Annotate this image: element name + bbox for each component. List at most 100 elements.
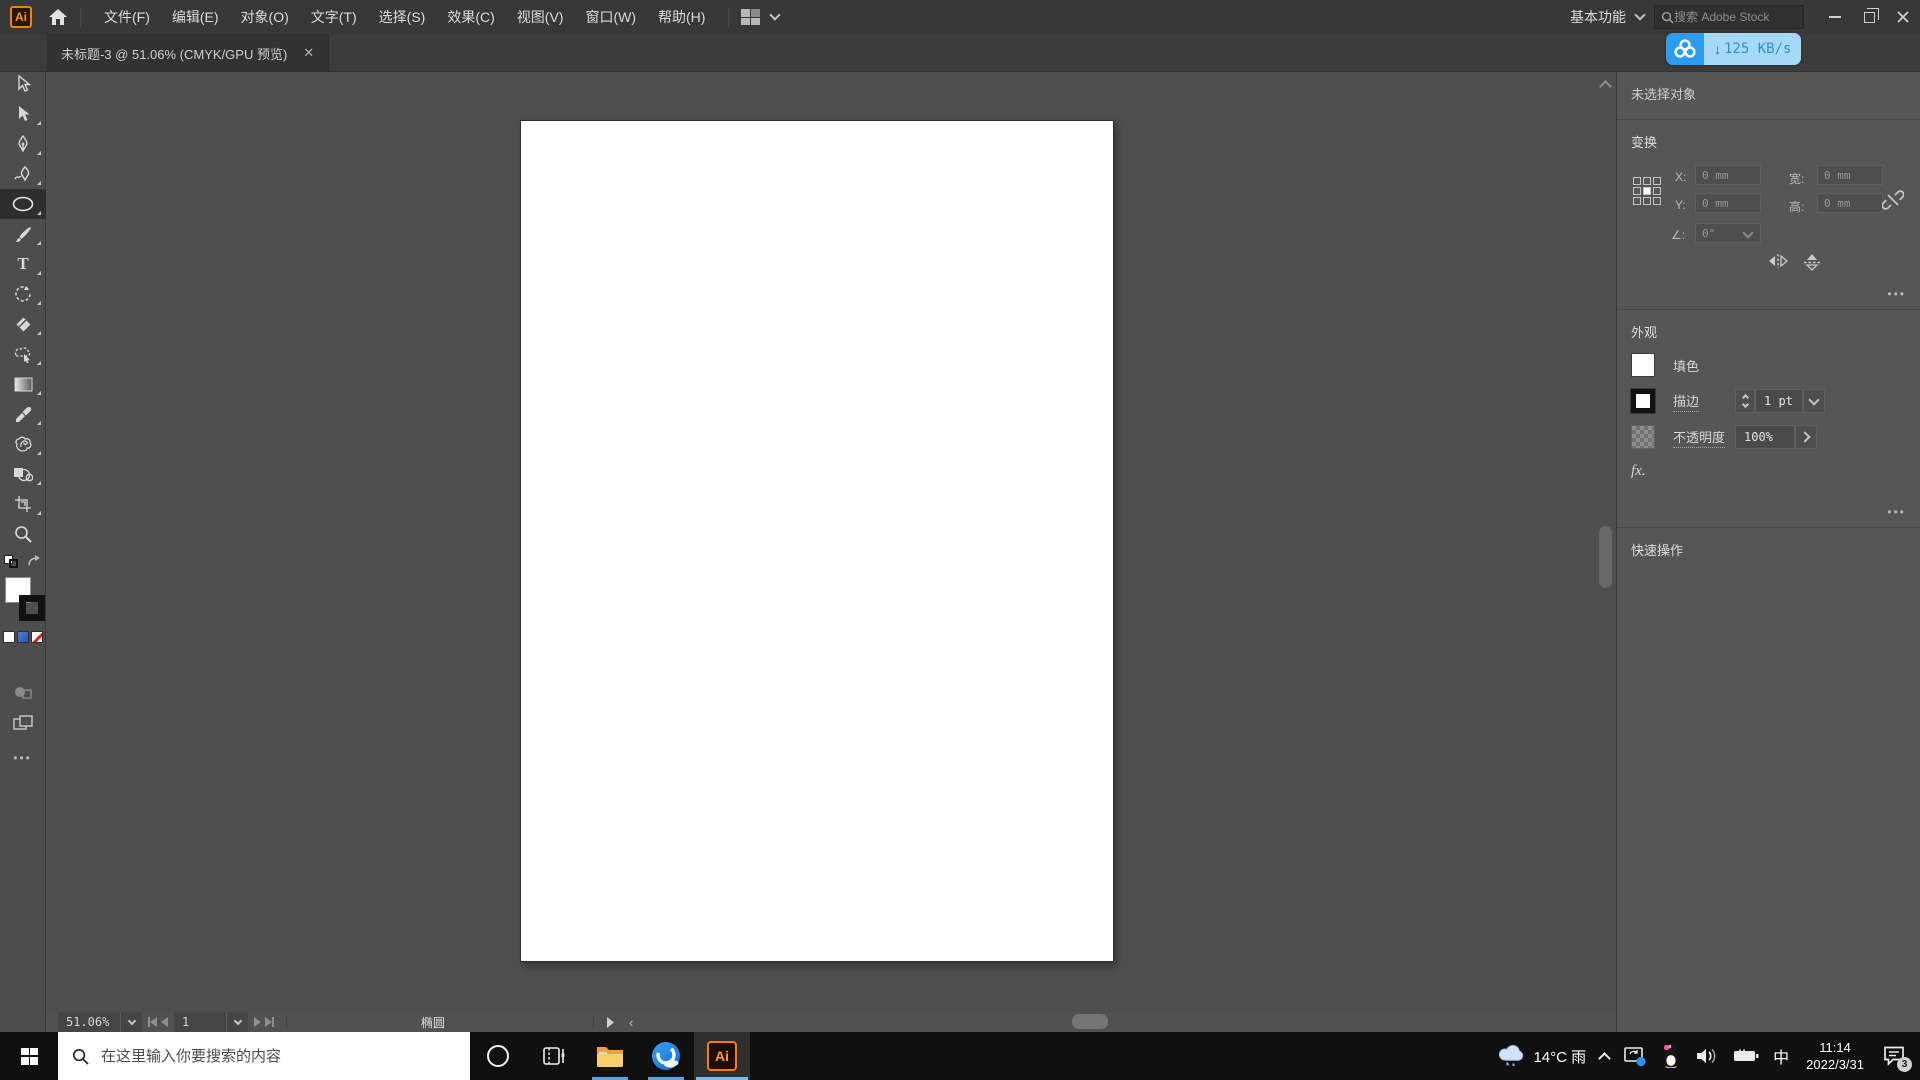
scroll-up-icon[interactable]: [1599, 80, 1612, 93]
app-logo-icon[interactable]: Ai: [10, 6, 32, 28]
next-artboard-icon[interactable]: [254, 1017, 261, 1027]
width-input[interactable]: 0 mm: [1817, 165, 1883, 185]
opacity-label[interactable]: 不透明度: [1673, 427, 1726, 448]
canvas-area[interactable]: [46, 72, 1616, 1012]
status-expand-icon[interactable]: [606, 1016, 615, 1028]
y-input[interactable]: 0 mm: [1695, 193, 1761, 213]
menu-effect[interactable]: 效果(C): [436, 0, 505, 34]
start-button[interactable]: [0, 1032, 58, 1080]
restore-button[interactable]: [1852, 4, 1886, 30]
paintbrush-tool[interactable]: [0, 219, 46, 249]
menu-object[interactable]: 对象(O): [230, 0, 300, 34]
flip-vertical-icon[interactable]: [1803, 253, 1821, 271]
menu-type[interactable]: 文字(T): [300, 0, 368, 34]
stock-search-input[interactable]: [1674, 10, 1784, 24]
stroke-weight-stepper[interactable]: [1735, 389, 1755, 413]
selection-tool[interactable]: [0, 69, 46, 99]
eraser-tool[interactable]: [0, 309, 46, 339]
x-input[interactable]: 0 mm: [1695, 165, 1761, 185]
appearance-more-options[interactable]: •••: [1887, 505, 1906, 519]
action-center-button[interactable]: 3: [1874, 1032, 1920, 1080]
document-tab[interactable]: 未标题-3 @ 51.06% (CMYK/GPU 预览) ✕: [47, 34, 330, 72]
scroll-left-icon[interactable]: ‹: [629, 1015, 633, 1030]
taskbar-search-box[interactable]: [58, 1032, 470, 1080]
stroke-swatch[interactable]: [19, 595, 45, 621]
weather-button[interactable]: 14°C 雨: [1490, 1032, 1593, 1080]
zoom-level-field[interactable]: 51.06%: [58, 1012, 120, 1032]
display-sync-button[interactable]: [1616, 1032, 1654, 1080]
battery-button[interactable]: [1726, 1032, 1766, 1080]
artboard-dropdown-icon[interactable]: [226, 1012, 248, 1032]
shaper-tool[interactable]: [0, 339, 46, 369]
taskbar-search-input[interactable]: [101, 1047, 441, 1065]
angle-dropdown[interactable]: 0°: [1695, 223, 1761, 243]
constrain-proportions-icon[interactable]: [1882, 189, 1904, 211]
menu-window[interactable]: 窗口(W): [574, 0, 647, 34]
drawing-modes-icon[interactable]: [0, 677, 46, 707]
volume-button[interactable]: [1688, 1032, 1726, 1080]
illustrator-taskbar-button[interactable]: Ai: [694, 1032, 750, 1080]
default-fill-stroke-icon[interactable]: [4, 555, 20, 569]
vertical-scrollbar[interactable]: [1599, 74, 1612, 1004]
height-input[interactable]: 0 mm: [1817, 193, 1883, 213]
rotate-tool[interactable]: [0, 279, 46, 309]
vertical-scroll-thumb[interactable]: [1599, 526, 1612, 588]
browser-button[interactable]: [638, 1032, 694, 1080]
chevron-down-icon[interactable]: [769, 9, 782, 21]
first-artboard-icon[interactable]: [148, 1017, 157, 1027]
reference-point-selector[interactable]: [1633, 177, 1663, 207]
artboard-number-field[interactable]: 1: [174, 1012, 226, 1032]
artboard[interactable]: [520, 120, 1114, 962]
blend-tool[interactable]: [0, 429, 46, 459]
opacity-swatch[interactable]: [1631, 425, 1655, 449]
gradient-tool[interactable]: [0, 369, 46, 399]
netdisk-download-badge[interactable]: ↓ 125 KB/s: [1666, 33, 1802, 65]
last-artboard-icon[interactable]: [265, 1017, 274, 1027]
swap-fill-stroke-icon[interactable]: [27, 555, 41, 568]
arrange-documents-icon[interactable]: [741, 9, 761, 25]
curvature-tool[interactable]: [0, 159, 46, 189]
transform-more-options[interactable]: •••: [1887, 287, 1906, 301]
menu-view[interactable]: 视图(V): [506, 0, 575, 34]
shape-builder-tool[interactable]: [0, 459, 46, 489]
zoom-tool[interactable]: [0, 519, 46, 549]
tab-close-icon[interactable]: ✕: [303, 45, 314, 61]
stroke-weight-dropdown-icon[interactable]: [1803, 389, 1825, 413]
zoom-dropdown-icon[interactable]: [120, 1012, 142, 1032]
eyedropper-tool[interactable]: [0, 399, 46, 429]
clock[interactable]: 11:14 2022/3/31: [1796, 1039, 1874, 1073]
horizontal-scroll-thumb[interactable]: [1072, 1014, 1108, 1029]
artboard-tool[interactable]: [0, 489, 46, 519]
task-view-button[interactable]: [526, 1032, 582, 1080]
opacity-value[interactable]: 100%: [1735, 425, 1795, 449]
direct-selection-tool[interactable]: [0, 99, 46, 129]
edit-toolbar-button[interactable]: •••: [0, 751, 45, 765]
previous-artboard-icon[interactable]: [161, 1017, 168, 1027]
pen-tool[interactable]: [0, 129, 46, 159]
opacity-expand-icon[interactable]: [1795, 425, 1817, 449]
color-button[interactable]: [3, 631, 15, 643]
stroke-weight-value[interactable]: 1 pt: [1755, 389, 1803, 413]
ime-indicator[interactable]: 中: [1766, 1032, 1796, 1080]
ellipse-tool[interactable]: [0, 189, 46, 219]
qq-button[interactable]: [1654, 1032, 1688, 1080]
minimize-button[interactable]: [1818, 4, 1852, 30]
menu-file[interactable]: 文件(F): [93, 0, 161, 34]
fill-color-swatch[interactable]: [1631, 353, 1655, 377]
gradient-button[interactable]: [17, 631, 29, 643]
workspace-switcher[interactable]: 基本功能: [1570, 7, 1626, 27]
close-button[interactable]: [1886, 4, 1920, 30]
stock-search-box[interactable]: [1654, 5, 1804, 29]
fx-button[interactable]: fx.: [1631, 463, 1906, 480]
type-tool[interactable]: T: [0, 249, 46, 279]
flip-horizontal-icon[interactable]: [1767, 253, 1789, 269]
menu-help[interactable]: 帮助(H): [647, 0, 716, 34]
stroke-color-swatch[interactable]: [1631, 389, 1655, 413]
fill-label[interactable]: 填色: [1673, 356, 1699, 375]
file-explorer-button[interactable]: [582, 1032, 638, 1080]
draw-normal-mode-icon[interactable]: [0, 707, 46, 737]
home-icon[interactable]: [48, 7, 68, 27]
chevron-down-icon[interactable]: [1634, 9, 1646, 21]
cortana-button[interactable]: [470, 1032, 526, 1080]
show-hidden-icons-button[interactable]: [1593, 1032, 1616, 1080]
